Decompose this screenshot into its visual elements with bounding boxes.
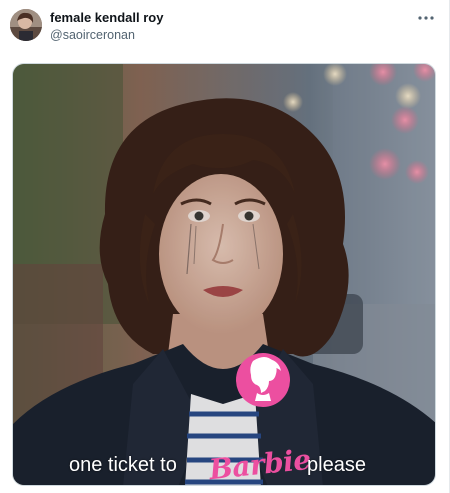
image-caption: one ticket to Barbie please: [13, 443, 435, 485]
caption-after: please: [307, 454, 366, 476]
more-horizontal-icon[interactable]: [416, 11, 436, 25]
tweet-header: female kendall roy @saoirceronan: [10, 8, 440, 42]
author-names: female kendall roy @saoirceronan: [50, 10, 163, 43]
caption-before: one ticket to: [69, 454, 177, 476]
barbie-silhouette-logo: [235, 349, 291, 411]
display-name[interactable]: female kendall roy: [50, 10, 163, 26]
handle[interactable]: @saoirceronan: [50, 27, 163, 43]
tweet-card: female kendall roy @saoirceronan one tic…: [0, 0, 450, 493]
tweet-media-image[interactable]: one ticket to Barbie please: [12, 63, 436, 486]
avatar[interactable]: [10, 9, 42, 41]
